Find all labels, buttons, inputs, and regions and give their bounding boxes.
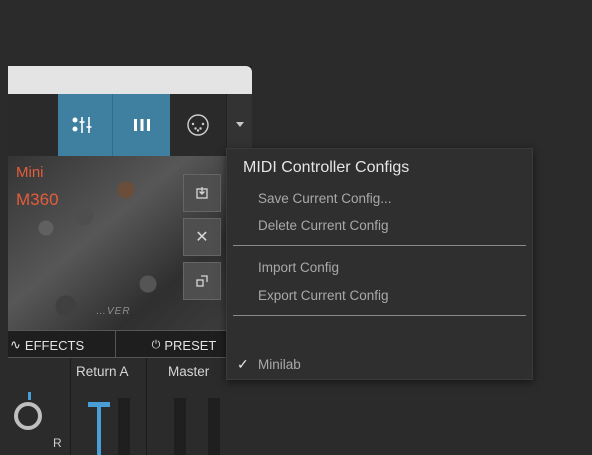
instrument-preview-image: Mini M360 …VER ✕ — [8, 156, 252, 330]
save-disk-icon — [195, 186, 209, 200]
menu-title: MIDI Controller Configs — [243, 159, 410, 176]
section-tabs: ∿ EFFECTS ⏻ PRESET — [8, 330, 252, 359]
toolbar — [8, 94, 252, 156]
expand-icon — [195, 274, 209, 288]
master-meter-left — [174, 398, 186, 455]
menu-separator — [233, 245, 526, 246]
pan-knob[interactable] — [14, 402, 42, 430]
midi-config-dropdown-button[interactable] — [226, 94, 252, 156]
plugin-window: Mini M360 …VER ✕ ∿ EFFECTS ⏻ PRESET R Re… — [8, 66, 252, 455]
model-label: M360 — [16, 190, 59, 209]
tab-effects[interactable]: ∿ EFFECTS — [8, 331, 116, 359]
channel-divider — [70, 358, 71, 455]
keyboard-keys-icon — [132, 117, 152, 133]
expand-view-button[interactable] — [183, 262, 221, 300]
return-a-fader-level — [97, 407, 101, 455]
close-preset-button[interactable]: ✕ — [183, 218, 221, 256]
mixer-panel: R Return A Master — [8, 358, 252, 455]
channel-divider — [146, 358, 147, 455]
midi-settings-button[interactable] — [170, 94, 226, 156]
master-meter-right — [208, 398, 220, 455]
power-icon: ⏻ — [151, 338, 161, 351]
midi-port-icon — [186, 113, 210, 137]
menu-item-import-config[interactable]: Import Config — [258, 260, 339, 275]
mixer-sliders-icon — [71, 114, 99, 136]
brand-label: Mini — [16, 164, 44, 181]
close-icon: ✕ — [195, 229, 209, 246]
save-preset-button[interactable] — [183, 174, 221, 212]
wave-icon: ∿ — [10, 337, 21, 352]
return-a-label: Return A — [76, 364, 129, 379]
mixer-view-button[interactable] — [58, 94, 112, 156]
tab-preset-label: PRESET — [164, 337, 217, 353]
dropdown-arrow-icon — [235, 121, 245, 129]
master-label: Master — [168, 364, 210, 379]
midi-config-menu: MIDI Controller Configs Save Current Con… — [226, 148, 533, 380]
tab-effects-label: EFFECTS — [24, 337, 85, 353]
pan-knob-indicator — [28, 392, 31, 400]
window-titlebar[interactable] — [8, 66, 252, 94]
knob-label: R — [53, 436, 62, 450]
menu-separator — [233, 315, 526, 316]
preview-watermark-text: …VER — [96, 306, 131, 317]
menu-item-save-config[interactable]: Save Current Config... — [258, 191, 392, 206]
menu-item-minilab[interactable]: Minilab — [258, 357, 301, 372]
menu-item-delete-config[interactable]: Delete Current Config — [258, 218, 389, 233]
return-a-meter — [118, 398, 130, 455]
keyboard-view-button[interactable] — [112, 94, 171, 156]
check-icon: ✓ — [237, 356, 249, 372]
menu-item-export-config[interactable]: Export Current Config — [258, 288, 389, 303]
